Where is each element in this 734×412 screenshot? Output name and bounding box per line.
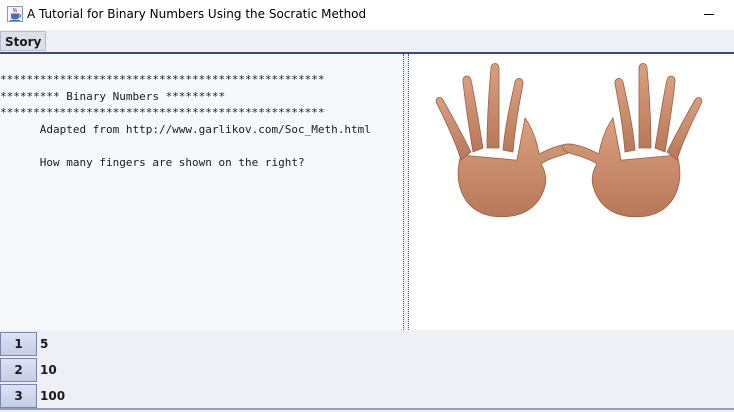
minimize-button[interactable]: [684, 0, 728, 30]
answer-label: 100: [40, 389, 66, 403]
story-text: ****************************************…: [0, 73, 371, 169]
app-window: A Tutorial for Binary Numbers Using the …: [0, 0, 734, 412]
answer-label: 10: [40, 363, 57, 377]
answer-button-1[interactable]: 1: [0, 332, 37, 356]
window-title: A Tutorial for Binary Numbers Using the …: [27, 7, 367, 21]
title-bar: A Tutorial for Binary Numbers Using the …: [0, 0, 734, 30]
answer-row: 1 5: [0, 332, 734, 356]
two-open-hands-icon: [435, 63, 703, 218]
image-pane: [409, 54, 734, 330]
left-hand: [435, 63, 576, 218]
answer-button-3[interactable]: 3: [0, 384, 37, 408]
menu-bar: Story: [0, 30, 734, 52]
minimize-icon: [704, 14, 714, 15]
story-text-pane[interactable]: ****************************************…: [0, 54, 403, 330]
answer-button-2[interactable]: 2: [0, 358, 37, 382]
answer-label: 5: [40, 337, 49, 351]
answer-row: 3 100: [0, 384, 734, 408]
answer-row: 2 10: [0, 358, 734, 382]
bottom-divider: [0, 408, 734, 410]
java-cup-icon: [7, 6, 23, 22]
menu-story[interactable]: Story: [0, 31, 47, 51]
answer-choices: 1 5 2 10 3 100: [0, 330, 734, 412]
right-hand: [562, 63, 703, 218]
